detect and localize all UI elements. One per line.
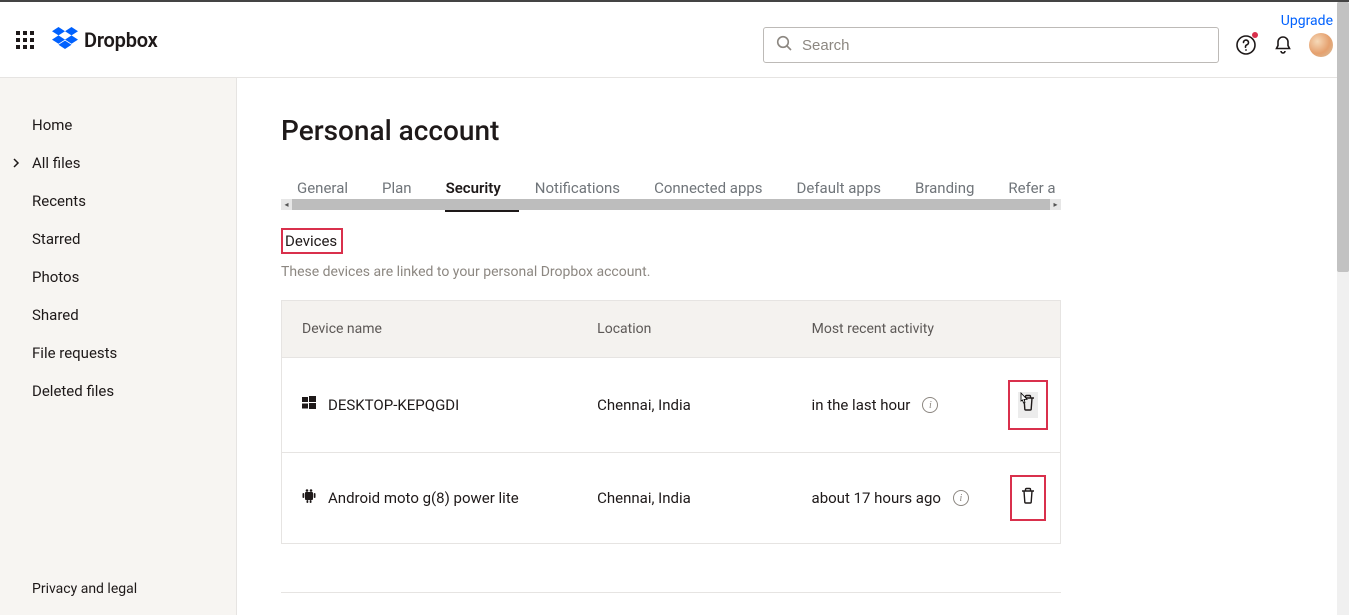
app-launcher-icon[interactable] (16, 31, 34, 49)
sidebar-item-label: Photos (32, 268, 79, 286)
privacy-legal-link[interactable]: Privacy and legal (0, 567, 236, 615)
dropbox-icon (52, 27, 78, 53)
tab-scroll-left[interactable]: ◂ (281, 199, 292, 210)
col-header-activity: Most recent activity (792, 301, 996, 357)
devices-table: Device name Location Most recent activit… (281, 300, 1061, 544)
col-header-location: Location (577, 301, 791, 357)
tab-security[interactable]: Security (446, 177, 501, 199)
device-location: Chennai, India (577, 467, 791, 529)
sidebar-item-shared[interactable]: Shared (0, 296, 236, 334)
tab-default-apps[interactable]: Default apps (797, 177, 881, 199)
tab-notifications[interactable]: Notifications (535, 177, 620, 199)
sidebar-item-label: Home (32, 116, 72, 134)
sidebar-item-starred[interactable]: Starred (0, 220, 236, 258)
info-icon[interactable]: i (922, 397, 938, 413)
device-name: Android moto g(8) power lite (328, 489, 519, 507)
sidebar-item-recents[interactable]: Recents (0, 182, 236, 220)
unlink-device-button[interactable] (1020, 487, 1036, 509)
android-icon (302, 488, 316, 508)
sidebar: Home All files Recents Starred Photos Shared F… (0, 78, 237, 615)
device-name: DESKTOP-KEPQGDI (328, 396, 459, 414)
sidebar-item-label: File requests (32, 344, 117, 362)
info-icon[interactable]: i (953, 490, 969, 506)
device-location: Chennai, India (577, 374, 791, 436)
help-icon[interactable] (1235, 34, 1257, 56)
page-title: Personal account (281, 114, 1305, 147)
sidebar-item-home[interactable]: Home (0, 106, 236, 144)
tab-connected-apps[interactable]: Connected apps (654, 177, 762, 199)
sidebar-item-file-requests[interactable]: File requests (0, 334, 236, 372)
chevron-right-icon (12, 154, 20, 172)
scrollbar-thumb[interactable] (1337, 2, 1349, 272)
sidebar-item-label: Starred (32, 230, 80, 248)
sidebar-item-photos[interactable]: Photos (0, 258, 236, 296)
device-activity: in the last hour (812, 396, 911, 414)
table-row: DESKTOP-KEPQGDI Chennai, India in the last… (282, 358, 1060, 453)
trash-icon (1020, 394, 1036, 416)
search-input[interactable] (802, 37, 1206, 54)
tab-general[interactable]: General (297, 177, 348, 199)
tab-branding[interactable]: Branding (915, 177, 974, 199)
search-input-wrap[interactable] (763, 27, 1219, 63)
search-icon (776, 35, 792, 55)
brand-logo[interactable]: Dropbox (52, 27, 158, 53)
sidebar-item-label: Deleted files (32, 382, 114, 400)
windows-icon (302, 396, 316, 414)
unlink-device-button[interactable] (1018, 392, 1038, 418)
col-header-name: Device name (282, 301, 577, 357)
device-activity: about 17 hours ago (812, 489, 941, 507)
sidebar-item-label: Shared (32, 306, 79, 324)
trash-icon (1020, 487, 1036, 509)
sidebar-item-all-files[interactable]: All files (0, 144, 236, 182)
tab-refer-a[interactable]: Refer a (1008, 177, 1055, 199)
table-row: Android moto g(8) power lite Chennai, Ind… (282, 453, 1060, 543)
tab-scrollbar[interactable]: ◂ ▸ (281, 199, 1061, 210)
scrollbar[interactable] (1337, 2, 1349, 615)
devices-subheading: These devices are linked to your persona… (281, 264, 1305, 280)
tab-plan[interactable]: Plan (382, 177, 412, 199)
sidebar-item-label: All files (32, 154, 80, 172)
tab-scroll-right[interactable]: ▸ (1050, 199, 1061, 210)
brand-name: Dropbox (84, 28, 158, 52)
sidebar-item-label: Recents (32, 192, 86, 210)
devices-heading: Devices (281, 228, 343, 254)
sidebar-item-deleted-files[interactable]: Deleted files (0, 372, 236, 410)
avatar[interactable] (1309, 33, 1333, 57)
bell-icon[interactable] (1273, 35, 1293, 55)
